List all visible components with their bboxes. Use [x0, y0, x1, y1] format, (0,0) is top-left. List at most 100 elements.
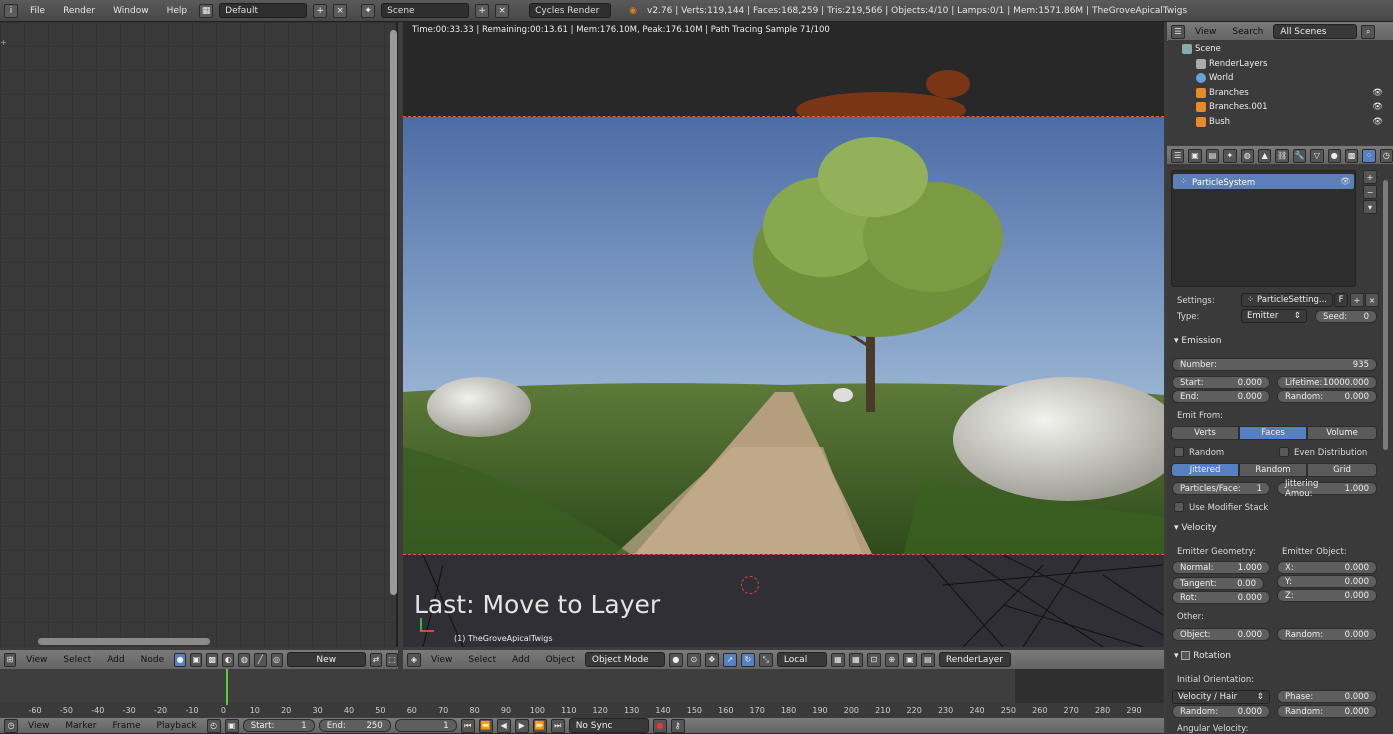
- prev-key-icon[interactable]: ⏪: [478, 718, 493, 733]
- scale-icon[interactable]: ⤡: [758, 652, 773, 667]
- menu-window[interactable]: Window: [107, 6, 155, 16]
- dist-random-button[interactable]: Random: [1239, 463, 1307, 477]
- use-modifier-stack-checkbox[interactable]: [1174, 502, 1184, 512]
- object-shader-icon[interactable]: ◐: [222, 652, 235, 667]
- play-reverse-icon[interactable]: ◀: [496, 718, 511, 733]
- view-menu[interactable]: View: [425, 655, 458, 665]
- add-scene-icon[interactable]: +: [475, 3, 490, 18]
- world-tab-icon[interactable]: ◍: [1240, 148, 1254, 163]
- pivot-icon[interactable]: ⊙: [686, 652, 701, 667]
- end-frame-field[interactable]: End: 250: [318, 719, 391, 732]
- render-layer-field[interactable]: RenderLayer: [938, 652, 1011, 667]
- dist-jittered-button[interactable]: Jittered: [1171, 463, 1239, 477]
- next-key-icon[interactable]: ⏩: [532, 718, 547, 733]
- node-editor-vscroll[interactable]: [390, 30, 397, 595]
- timeline-menu-playback[interactable]: Playback: [151, 721, 203, 731]
- emit-volume-button[interactable]: Volume: [1307, 426, 1377, 440]
- rotation-panel-title[interactable]: ▾ Rotation: [1174, 651, 1231, 661]
- properties-scrollbar[interactable]: [1383, 180, 1388, 450]
- opengl-render-icon[interactable]: ▤: [920, 652, 935, 667]
- normal-field[interactable]: Normal: 1.000: [1172, 561, 1270, 574]
- node-menu-add[interactable]: Add: [101, 655, 130, 665]
- outliner-row-scene[interactable]: Scene: [1168, 42, 1383, 56]
- scene-tab-icon[interactable]: ✦: [1223, 148, 1237, 163]
- menu-file[interactable]: File: [24, 6, 51, 16]
- remove-scene-icon[interactable]: ×: [495, 3, 510, 18]
- 3d-cursor-icon[interactable]: [741, 576, 759, 594]
- start-frame-field[interactable]: Start: 1: [242, 719, 315, 732]
- node-editor[interactable]: [0, 22, 398, 647]
- remove-layout-icon[interactable]: ×: [333, 3, 348, 18]
- number-field[interactable]: Number: 935: [1172, 358, 1377, 371]
- rotate-icon[interactable]: ↻: [740, 652, 755, 667]
- snap-icon[interactable]: ⊕: [884, 652, 899, 667]
- emit-verts-button[interactable]: Verts: [1171, 426, 1239, 440]
- start-field[interactable]: Start: 0.000: [1172, 376, 1270, 389]
- obj-x-field[interactable]: X: 0.000: [1277, 561, 1377, 574]
- particle-visibility-icon[interactable]: 👁: [1340, 177, 1351, 187]
- scene-field[interactable]: Scene: [381, 3, 470, 18]
- fake-user-button[interactable]: F: [1334, 293, 1348, 307]
- info-editor-icon[interactable]: i: [4, 3, 18, 18]
- object-menu[interactable]: Object: [540, 655, 581, 665]
- add-menu[interactable]: Add: [506, 655, 535, 665]
- node-menu-select[interactable]: Select: [57, 655, 97, 665]
- texture-nodes-icon[interactable]: ▣: [190, 652, 203, 667]
- add-particle-system-icon[interactable]: +: [1363, 170, 1377, 184]
- outliner-row-branches[interactable]: Branches 👁: [1168, 86, 1383, 100]
- even-distribution-checkbox[interactable]: [1279, 447, 1289, 457]
- lock-range-icon[interactable]: ▣: [224, 718, 239, 733]
- lock-camera-icon[interactable]: ⊡: [866, 652, 881, 667]
- timeline-editor-type-icon[interactable]: ◷: [4, 718, 18, 733]
- timeline-menu-marker[interactable]: Marker: [59, 721, 102, 731]
- node-menu-node[interactable]: Node: [135, 655, 171, 665]
- velocity-panel-title[interactable]: ▾ Velocity: [1174, 523, 1217, 533]
- particle-settings-field[interactable]: ⁘ ParticleSetting...: [1241, 293, 1333, 307]
- record-icon[interactable]: ●: [652, 718, 667, 733]
- phase-random-field[interactable]: Random: 0.000: [1277, 705, 1377, 718]
- screen-layout-icon[interactable]: ▦: [199, 3, 214, 18]
- rot-field[interactable]: Rot: 0.000: [1172, 591, 1270, 604]
- type-select[interactable]: Emitter ⇕: [1241, 309, 1307, 323]
- orientation-select[interactable]: Velocity / Hair ⇕: [1172, 690, 1270, 704]
- shading-icon[interactable]: ●: [668, 652, 683, 667]
- constraints-tab-icon[interactable]: ⛓: [1275, 148, 1289, 163]
- current-frame-field[interactable]: 1: [394, 719, 457, 732]
- select-menu[interactable]: Select: [462, 655, 502, 665]
- physics-tab-icon[interactable]: ◷: [1379, 148, 1393, 163]
- visibility-eye-icon[interactable]: 👁: [1372, 117, 1383, 127]
- material-tab-icon[interactable]: ●: [1327, 148, 1341, 163]
- properties-editor-type-icon[interactable]: ☰: [1171, 148, 1185, 163]
- timeline-ruler[interactable]: [0, 703, 1164, 717]
- rotation-random-field[interactable]: Random: 0.000: [1172, 705, 1270, 718]
- emission-panel-title[interactable]: ▾ Emission: [1174, 336, 1221, 346]
- random-checkbox[interactable]: [1174, 447, 1184, 457]
- world-shader-icon[interactable]: ◍: [238, 652, 251, 667]
- render-tab-icon[interactable]: ▣: [1188, 148, 1202, 163]
- keying-set-icon[interactable]: ⚷: [670, 718, 685, 733]
- node-menu-view[interactable]: View: [20, 655, 53, 665]
- velocity-random-field[interactable]: Random: 0.000: [1277, 628, 1377, 641]
- add-settings-icon[interactable]: +: [1350, 293, 1364, 307]
- particles-tab-icon[interactable]: ⁘: [1362, 148, 1376, 163]
- outliner-row-branches001[interactable]: Branches.001 👁: [1168, 100, 1383, 114]
- list-menu-icon[interactable]: ▾: [1363, 200, 1377, 214]
- visibility-eye-icon[interactable]: 👁: [1372, 88, 1383, 98]
- outliner-editor-type-icon[interactable]: ☰: [1171, 24, 1185, 39]
- lifetime-random-field[interactable]: Random: 0.000: [1277, 390, 1377, 403]
- node-editor-plus-icon[interactable]: +: [0, 38, 7, 47]
- mode-select[interactable]: Object Mode: [584, 652, 665, 667]
- current-frame-indicator[interactable]: [226, 669, 228, 705]
- menu-render[interactable]: Render: [57, 6, 101, 16]
- outliner-row-bush[interactable]: Bush 👁: [1168, 115, 1383, 129]
- editor-type-icon[interactable]: ⊞: [4, 652, 17, 667]
- outliner-filter-select[interactable]: All Scenes: [1273, 24, 1358, 39]
- compositing-nodes-icon[interactable]: ▩: [206, 652, 219, 667]
- end-field[interactable]: End: 0.000: [1172, 390, 1270, 403]
- outliner-row-world[interactable]: World: [1168, 71, 1383, 85]
- render-preview-icon[interactable]: ▣: [902, 652, 917, 667]
- material-slot-icon[interactable]: ◎: [270, 652, 283, 667]
- lifetime-field[interactable]: Lifetime: 10000.000: [1277, 376, 1377, 389]
- screen-layout-field[interactable]: Default: [219, 3, 308, 18]
- sync-select[interactable]: No Sync: [568, 718, 649, 733]
